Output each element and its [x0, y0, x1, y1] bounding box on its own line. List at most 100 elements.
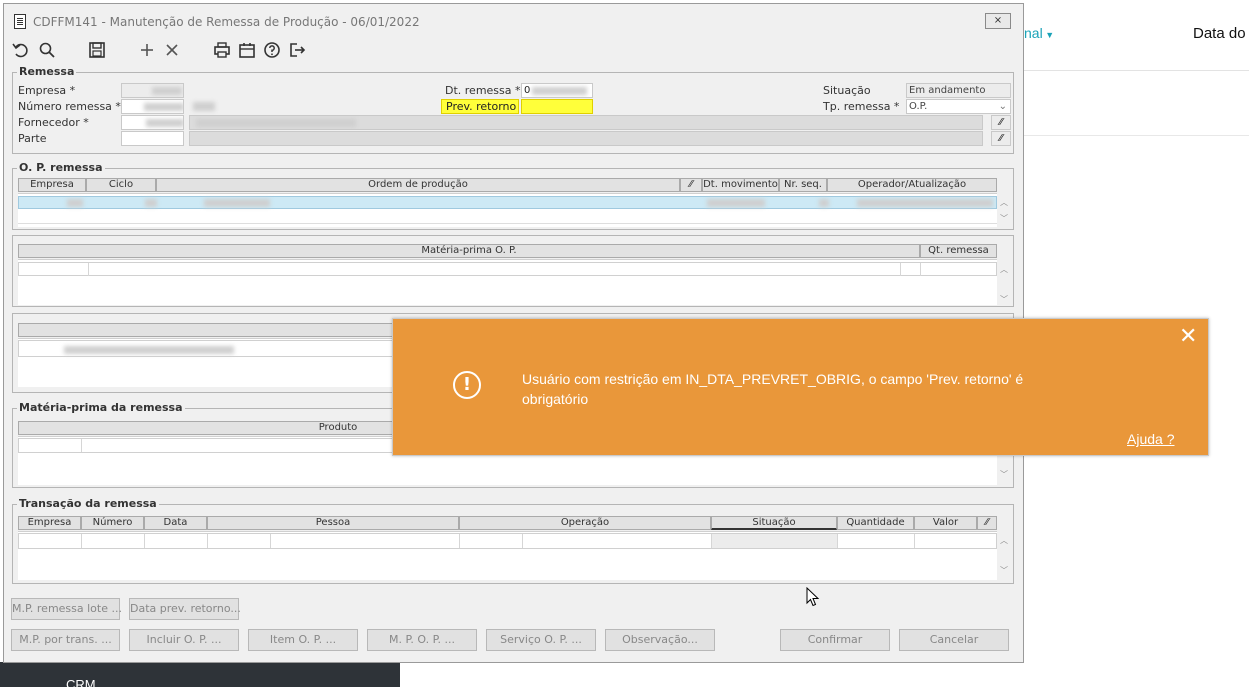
transacao-grid [18, 531, 997, 580]
fornecedor-name-field [189, 115, 983, 130]
toast-message: Usuário com restrição em IN_DTA_PREVRET_… [522, 371, 1024, 407]
table-row[interactable] [18, 196, 997, 209]
trans-col-operacao[interactable]: Operação [459, 516, 711, 530]
transacao-group-label: Transação da remessa [17, 497, 159, 510]
toast-help-link[interactable]: Ajuda ? [1127, 431, 1174, 447]
calendar-icon[interactable] [237, 40, 257, 60]
cancelar-button[interactable]: Cancelar [899, 629, 1009, 651]
op-col-ciclo[interactable]: Ciclo [86, 178, 156, 192]
tp-remessa-label: Tp. remessa * [823, 100, 900, 113]
lookup-icon: ⁄⁄ [999, 117, 1003, 128]
background-divider [1024, 135, 1249, 136]
parte-field[interactable] [121, 131, 184, 146]
save-icon[interactable] [87, 40, 107, 60]
dt-remessa-value: 0 [524, 85, 531, 96]
trans-col-quantidade[interactable]: Quantidade [837, 516, 914, 530]
table-row[interactable] [18, 340, 398, 357]
op-col-dt-movimento[interactable]: Dt. movimento [702, 178, 779, 192]
op-col-ordem[interactable]: Ordem de produção [156, 178, 680, 192]
trans-col-lookup[interactable]: ⁄⁄ [977, 516, 997, 530]
exit-icon[interactable] [287, 40, 307, 60]
exclamation-circle-icon: ! [453, 371, 481, 399]
data-prev-retorno-button[interactable]: Data prev. retorno... [129, 598, 241, 620]
numero-remessa-field[interactable] [121, 99, 184, 114]
background-footer-text: CRM [66, 677, 96, 692]
scroll-down-icon[interactable]: ﹀ [1000, 469, 1008, 480]
tp-remessa-select[interactable]: O.P. ⌄ [906, 99, 1011, 114]
situacao-field: Em andamento [906, 83, 1011, 98]
op-col-operador[interactable]: Operador/Atualização [827, 178, 997, 192]
fornecedor-field[interactable] [121, 115, 184, 130]
servico-op-button[interactable]: Serviço O. P. ... [486, 629, 596, 651]
incluir-op-button[interactable]: Incluir O. P. ... [129, 629, 239, 651]
scroll-up-icon[interactable]: ︿ [1000, 535, 1008, 546]
op-col-empresa[interactable]: Empresa [18, 178, 86, 192]
mpop-button[interactable]: M. P. O. P. ... [367, 629, 477, 651]
transacao-group: Transação da remessa Empresa Número Data… [12, 497, 1014, 584]
prev-retorno-field[interactable] [521, 99, 593, 114]
toast-close-icon[interactable]: ✕ [1179, 326, 1197, 348]
trans-col-pessoa[interactable]: Pessoa [207, 516, 459, 530]
undo-icon[interactable] [11, 40, 31, 60]
trans-col-numero[interactable]: Número [81, 516, 144, 530]
lookup-icon: ⁄⁄ [985, 517, 989, 528]
mat-op-col-materia[interactable]: Matéria-prima O. P. [18, 244, 920, 258]
scroll-down-icon[interactable]: ﹀ [1000, 565, 1008, 576]
observacao-button[interactable]: Observação... [605, 629, 715, 651]
background-menu-label: nal [1024, 25, 1043, 41]
background-column-header: Data do [1193, 25, 1246, 42]
table-row[interactable] [18, 533, 997, 549]
prev-retorno-label: Prev. retorno [441, 99, 519, 114]
op-detail-header[interactable] [18, 323, 398, 337]
mat-op-col-qt[interactable]: Qt. remessa [920, 244, 997, 258]
dt-remessa-field[interactable]: 0 [521, 83, 593, 98]
trans-col-valor[interactable]: Valor [914, 516, 977, 530]
add-icon[interactable] [137, 40, 157, 60]
empresa-field[interactable] [121, 83, 184, 98]
background-footer-bar [0, 662, 400, 687]
window-close-button[interactable]: ⨯ [985, 13, 1011, 29]
trans-col-empresa[interactable]: Empresa [18, 516, 81, 530]
situacao-label: Situação [823, 84, 871, 97]
parte-label: Parte [18, 132, 47, 145]
chevron-down-icon: ⌄ [998, 101, 1007, 112]
mp-remessa-lote-button[interactable]: M.P. remessa lote ... [11, 598, 122, 620]
op-col-nr-seq[interactable]: Nr. seq. [779, 178, 827, 192]
scroll-down-icon[interactable]: ﹀ [1000, 294, 1008, 305]
numero-remessa-label: Número remessa * [18, 100, 121, 113]
parte-lookup-button[interactable]: ⁄⁄ [991, 131, 1011, 146]
op-col-lookup[interactable]: ⁄⁄ [680, 178, 702, 192]
mp-por-trans-button[interactable]: M.P. por trans. ... [11, 629, 120, 651]
help-icon[interactable] [262, 40, 282, 60]
materia-op-grid [18, 259, 997, 305]
window-title: CDFFM141 - Manutenção de Remessa de Prod… [33, 15, 420, 29]
remessa-group-label: Remessa [17, 65, 77, 78]
op-remessa-group-label: O. P. remessa [17, 161, 105, 174]
delete-icon[interactable] [162, 40, 182, 60]
trans-col-data[interactable]: Data [144, 516, 207, 530]
table-row[interactable] [18, 209, 997, 224]
background-menu-link[interactable]: nal ▼ [1024, 25, 1054, 41]
confirmar-button[interactable]: Confirmar [780, 629, 890, 651]
caret-down-icon: ▼ [1042, 30, 1055, 40]
lookup-icon: ⁄⁄ [999, 133, 1003, 144]
dt-remessa-label: Dt. remessa * [445, 84, 521, 97]
print-icon[interactable] [212, 40, 232, 60]
title-bar[interactable]: CDFFM141 - Manutenção de Remessa de Prod… [4, 4, 1023, 36]
parte-description-field [189, 131, 983, 146]
table-row[interactable] [18, 262, 997, 276]
item-op-button[interactable]: Item O. P. ... [248, 629, 358, 651]
op-remessa-group: O. P. remessa Empresa Ciclo Ordem de pro… [12, 161, 1014, 230]
scroll-down-icon[interactable]: ﹀ [1000, 213, 1008, 224]
tp-remessa-value: O.P. [909, 101, 928, 112]
trans-col-situacao[interactable]: Situação [711, 516, 837, 530]
search-icon[interactable] [37, 40, 57, 60]
op-remessa-grid [18, 193, 997, 227]
remessa-group: Remessa Empresa * Número remessa * Forne… [12, 65, 1014, 154]
scroll-up-icon[interactable]: ︿ [1000, 197, 1008, 208]
empresa-label: Empresa * [18, 84, 76, 97]
lookup-icon: ⁄⁄ [689, 179, 693, 190]
scroll-up-icon[interactable]: ︿ [1000, 264, 1008, 275]
fornecedor-lookup-button[interactable]: ⁄⁄ [991, 115, 1011, 130]
fornecedor-label: Fornecedor * [18, 116, 89, 129]
